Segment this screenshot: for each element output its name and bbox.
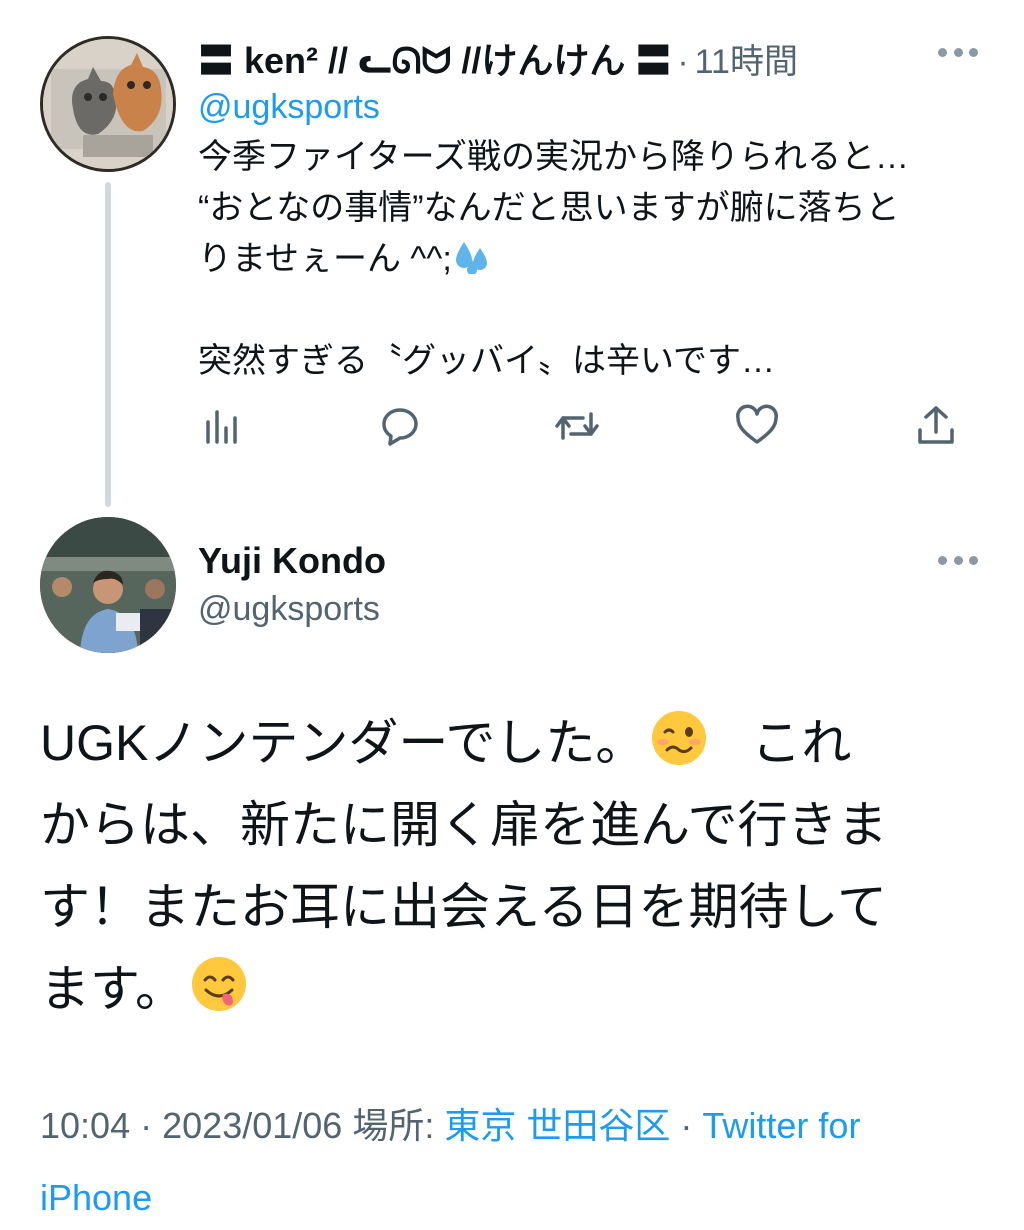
yum-face-icon: [192, 957, 246, 1011]
more-options-icon[interactable]: [938, 556, 978, 568]
tweet-line-text: UGKノンテンダーでした。: [40, 715, 646, 771]
tweet-line-text: ます。: [40, 961, 185, 1017]
reply-header: 〓 ken² // ᓚᘏᗢ //けんけん 〓 · 11時間: [198, 32, 798, 84]
tweet-line: す！またお耳に出会える日を期待して: [40, 879, 887, 935]
location-label: 場所:: [352, 1105, 435, 1146]
tweet-line: UGKノンテンダーでした。 これ: [40, 702, 990, 784]
main-tweet-text: UGKノンテンダーでした。 これ からは、新たに開く扉を進んで行きま す！またお…: [40, 702, 990, 1030]
more-options-icon[interactable]: [938, 48, 978, 60]
tweet-line: からは、新たに開く扉を進んで行きま: [40, 797, 888, 853]
tweet-line: りませぇーん ^^;: [198, 234, 988, 285]
tweet-date: 2023/01/06: [162, 1105, 343, 1146]
sweat-droplets-icon: [455, 242, 487, 274]
thread-line: [105, 182, 111, 507]
display-name[interactable]: 〓 ken² // ᓚᘏᗢ //けんけん 〓: [198, 32, 671, 84]
separator: ·: [140, 1105, 153, 1146]
location-link[interactable]: 東京 世田谷区: [444, 1105, 670, 1146]
share-icon[interactable]: [912, 402, 960, 450]
profile-photo-image: [40, 517, 176, 653]
main-header: Yuji Kondo: [198, 540, 386, 582]
meta-line: iPhone: [40, 1162, 1000, 1230]
tweet-line: 今季ファイターズ戦の実況から降りられると…: [198, 138, 909, 176]
client-link[interactable]: Twitter for: [702, 1105, 860, 1146]
tweet-line: “おとなの事情”なんだと思いますが腑に落ちと: [198, 183, 988, 234]
separator: ·: [680, 1105, 693, 1146]
retweet-icon[interactable]: [553, 402, 601, 450]
separator: ·: [677, 43, 689, 81]
meta-line: 10:04 · 2023/01/06 場所: 東京 世田谷区 · Twitter…: [40, 1090, 1000, 1162]
tweet-time: 10:04: [40, 1105, 131, 1146]
client-link[interactable]: iPhone: [40, 1177, 152, 1218]
tweet-line: 突然すぎる〝グッバイ〟は辛いです…: [198, 342, 775, 380]
avatar[interactable]: [40, 517, 176, 653]
tweet-line-text: “おとなの事情”なんだと思いますが腑に落ちと: [198, 189, 900, 227]
reply-tweet-text: 今季ファイターズ戦の実況から降りられると… “おとなの事情”なんだと思いますが腑…: [198, 132, 988, 387]
timestamp[interactable]: 11時間: [695, 34, 798, 83]
views-icon[interactable]: [198, 402, 246, 450]
action-bar: [198, 402, 968, 452]
woozy-face-icon: [652, 711, 707, 765]
handle[interactable]: @ugksports: [198, 590, 380, 629]
tweet-meta: 10:04 · 2023/01/06 場所: 東京 世田谷区 · Twitter…: [40, 1090, 1000, 1230]
cat-avatar-image: [43, 39, 173, 169]
tweet-line: ます。: [40, 948, 990, 1030]
handle[interactable]: @ugksports: [198, 88, 380, 127]
display-name[interactable]: Yuji Kondo: [198, 540, 386, 582]
tweet-line-text: これ: [751, 715, 852, 771]
like-icon[interactable]: [733, 402, 781, 450]
reply-icon[interactable]: [376, 402, 424, 450]
tweet-line-text: りませぇーん ^^;: [198, 240, 452, 278]
avatar[interactable]: [40, 36, 176, 172]
